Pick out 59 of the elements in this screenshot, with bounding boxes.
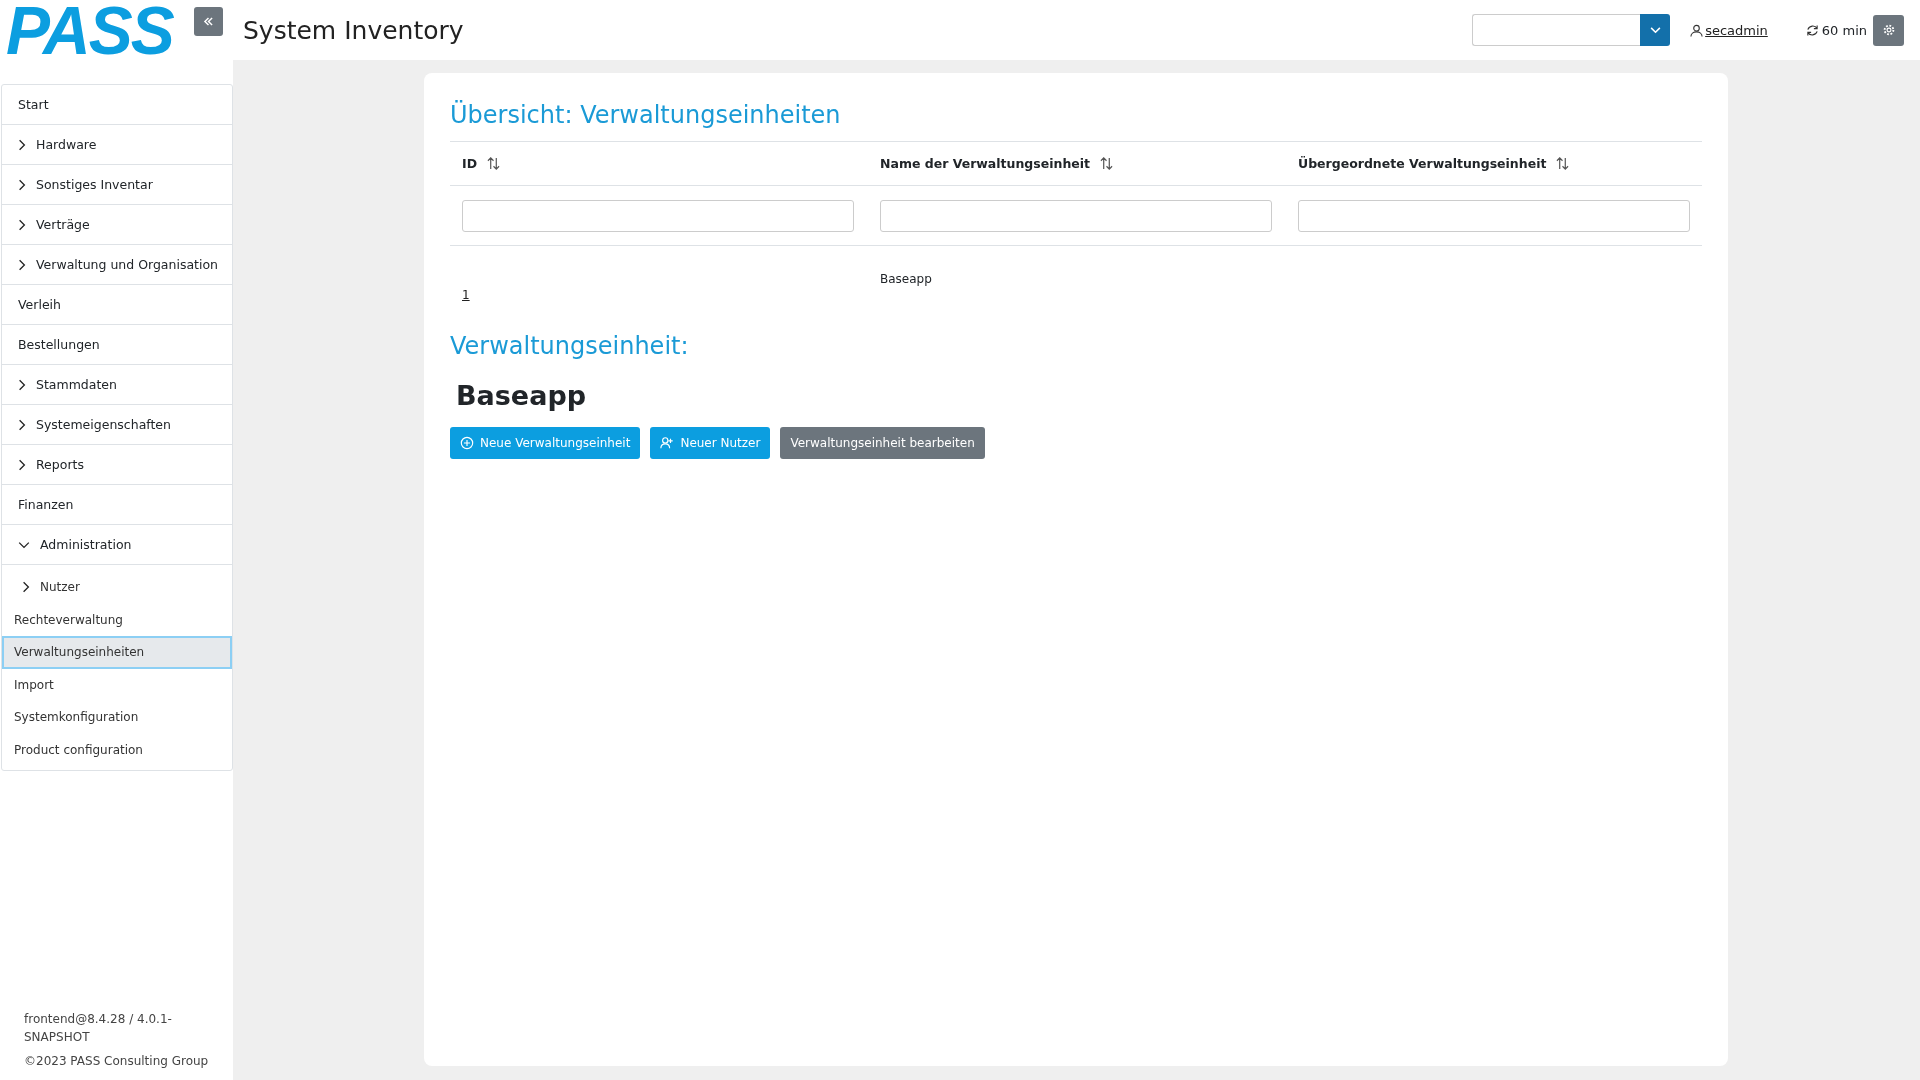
sidebar-item[interactable]: Systemeigenschaften xyxy=(2,405,232,445)
action-button[interactable]: Verwaltungseinheit bearbeiten xyxy=(780,427,985,459)
sidebar-item[interactable]: Bestellungen xyxy=(2,325,232,365)
sidebar-item[interactable]: Nutzer xyxy=(2,571,232,604)
sidebar-item[interactable]: Administration xyxy=(2,525,232,565)
sidebar-item[interactable]: Finanzen xyxy=(2,485,232,525)
section-heading: Verwaltungseinheit: xyxy=(450,332,690,360)
filter-field[interactable] xyxy=(880,199,1272,232)
collapse-sidebar-button[interactable] xyxy=(194,7,223,36)
session-timer: 60 min xyxy=(1805,22,1867,38)
plus-circle-icon xyxy=(460,436,474,450)
chevron-down-icon xyxy=(18,540,30,549)
sidebar-item[interactable]: Hardware xyxy=(2,125,232,165)
chevron-right-icon xyxy=(18,418,26,431)
unit-name: Baseapp xyxy=(456,380,588,411)
sort-icon[interactable] xyxy=(1556,157,1570,170)
sidebar-item[interactable]: Verleih xyxy=(2,285,232,325)
chevron-right-icon xyxy=(18,138,26,151)
user-plus-icon xyxy=(660,436,675,450)
sidebar-item[interactable]: Reports xyxy=(2,445,232,485)
table-cell-text: Baseapp xyxy=(880,272,933,286)
dropdown-toggle-button[interactable] xyxy=(1640,14,1671,46)
sidebar-item[interactable]: Verwaltung und Organisation xyxy=(2,245,232,285)
section-heading: Übersicht: Verwaltungseinheiten xyxy=(450,101,842,129)
double-chevron-left-icon xyxy=(203,17,214,26)
sidebar-item[interactable]: Verwaltungseinheiten xyxy=(2,636,232,669)
chevron-right-icon xyxy=(18,378,26,391)
column-header: Übergeordnete Verwaltungseinheit xyxy=(1298,156,1547,171)
sidebar-item[interactable]: Product configuration xyxy=(2,733,232,766)
chevron-right-icon xyxy=(18,178,26,191)
user-link[interactable]: secadmin xyxy=(1690,22,1768,38)
chevron-down-icon xyxy=(1649,26,1661,34)
id-link[interactable]: 1 xyxy=(462,288,854,302)
filter-field[interactable] xyxy=(1298,199,1690,232)
copyright-text: ©2023 PASS Consulting Group xyxy=(24,1053,210,1070)
settings-button[interactable] xyxy=(1873,14,1904,46)
sort-icon[interactable] xyxy=(487,157,501,170)
chevron-right-icon xyxy=(18,458,26,471)
sort-icon[interactable] xyxy=(1100,157,1114,170)
dropdown-field[interactable] xyxy=(1472,14,1641,46)
chevron-right-icon xyxy=(18,218,26,231)
filter-field[interactable] xyxy=(462,199,854,232)
sidebar-item[interactable]: Sonstiges Inventar xyxy=(2,165,232,205)
app-title: System Inventory xyxy=(243,15,465,45)
column-header: ID xyxy=(462,156,478,171)
refresh-icon xyxy=(1805,23,1819,37)
sidebar-item[interactable]: Stammdaten xyxy=(2,365,232,405)
sidebar-item[interactable]: Verträge xyxy=(2,205,232,245)
user-icon xyxy=(1690,23,1704,37)
column-header: Name der Verwaltungseinheit xyxy=(880,156,1091,171)
logo: PASS xyxy=(5,0,175,62)
sidebar-item[interactable]: Import xyxy=(2,668,232,701)
settings-icon xyxy=(1881,23,1896,37)
chevron-right-icon xyxy=(18,258,26,271)
chevron-right-icon xyxy=(22,581,30,594)
sidebar-item[interactable]: Start xyxy=(2,85,232,125)
sidebar-item[interactable]: Systemkonfiguration xyxy=(2,701,232,734)
sidebar-item[interactable]: Rechteverwaltung xyxy=(2,603,232,636)
version-text: frontend@8.4.28 / 4.0.1-SNAPSHOT xyxy=(24,1011,173,1046)
